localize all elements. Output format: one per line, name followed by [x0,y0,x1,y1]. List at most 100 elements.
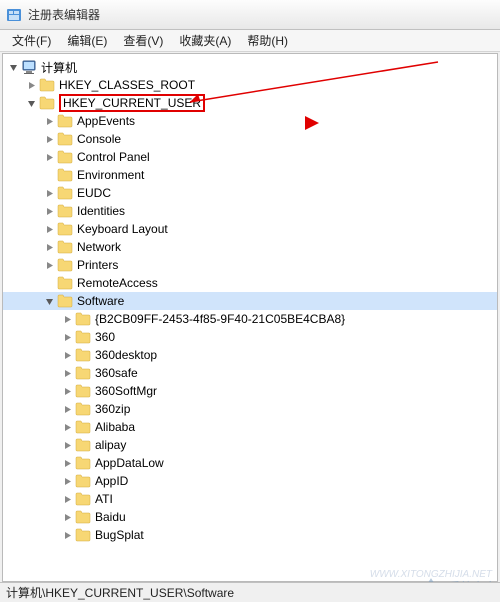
expand-icon[interactable] [61,403,73,415]
tree-item[interactable]: AppDataLow [3,454,497,472]
expand-icon[interactable] [61,493,73,505]
status-path: 计算机\HKEY_CURRENT_USER\Software [6,584,234,601]
folder-icon [75,438,91,452]
tree-item-label: 计算机 [41,59,77,76]
expand-icon[interactable] [61,331,73,343]
tree-item[interactable]: Console [3,130,497,148]
folder-icon [57,132,73,146]
computer-icon [21,59,37,75]
tree-item[interactable]: Identities [3,202,497,220]
folder-icon [75,492,91,506]
tree-item[interactable]: EUDC [3,184,497,202]
collapse-icon[interactable] [43,295,55,307]
tree-item-label: AppDataLow [95,456,164,470]
folder-icon [75,456,91,470]
expand-icon[interactable] [61,313,73,325]
expand-icon[interactable] [43,133,55,145]
tree-item[interactable]: RemoteAccess [3,274,497,292]
tree-item-label: 360SoftMgr [95,384,157,398]
expand-icon[interactable] [43,151,55,163]
tree-item-label: AppID [95,474,128,488]
folder-icon [75,420,91,434]
tree-item[interactable]: 计算机 [3,58,497,76]
menu-edit[interactable]: 编辑(E) [59,30,115,51]
tree-item[interactable]: 360SoftMgr [3,382,497,400]
tree-item[interactable]: Network [3,238,497,256]
menu-favorites[interactable]: 收藏夹(A) [171,30,239,51]
folder-icon [75,474,91,488]
tree-item-label: Identities [77,204,125,218]
tree-item-label: HKEY_CURRENT_USER [59,94,205,112]
tree-item-label: {B2CB09FF-2453-4f85-9F40-21C05BE4CBA8} [95,312,345,326]
expand-icon[interactable] [61,529,73,541]
tree-item[interactable]: AppID [3,472,497,490]
tree-item-label: alipay [95,438,126,452]
expand-icon[interactable] [61,421,73,433]
folder-icon [75,510,91,524]
folder-icon [39,96,55,110]
tree-item[interactable]: {B2CB09FF-2453-4f85-9F40-21C05BE4CBA8} [3,310,497,328]
expand-icon[interactable] [61,439,73,451]
tree-item[interactable]: 360safe [3,364,497,382]
expand-icon[interactable] [43,187,55,199]
menu-help[interactable]: 帮助(H) [239,30,296,51]
tree-item-label: Network [77,240,121,254]
expand-icon[interactable] [61,511,73,523]
folder-icon [57,294,73,308]
tree-item[interactable]: HKEY_CLASSES_ROOT [3,76,497,94]
tree-item[interactable]: 360 [3,328,497,346]
tree-item[interactable]: Environment [3,166,497,184]
tree-item[interactable]: Baidu [3,508,497,526]
tree-item-label: Environment [77,168,144,182]
tree-item-label: Printers [77,258,118,272]
expand-icon[interactable] [43,205,55,217]
folder-icon [57,222,73,236]
tree-item-label: Keyboard Layout [77,222,168,236]
folder-icon [57,168,73,182]
expand-icon[interactable] [25,79,37,91]
collapse-icon[interactable] [25,97,37,109]
expand-icon[interactable] [61,349,73,361]
collapse-icon[interactable] [7,61,19,73]
tree-item[interactable]: Keyboard Layout [3,220,497,238]
menu-bar: 文件(F) 编辑(E) 查看(V) 收藏夹(A) 帮助(H) [0,30,500,52]
tree-item-label: EUDC [77,186,111,200]
expand-icon[interactable] [43,241,55,253]
tree-item[interactable]: HKEY_CURRENT_USER [3,94,497,112]
tree-item-label: Baidu [95,510,126,524]
expand-icon[interactable] [43,223,55,235]
tree-item[interactable]: Alibaba [3,418,497,436]
tree-item[interactable]: Printers [3,256,497,274]
tree-item[interactable]: Control Panel [3,148,497,166]
tree-item-label: Software [77,294,124,308]
tree-item[interactable]: alipay [3,436,497,454]
folder-icon [57,186,73,200]
tree-item[interactable]: 360zip [3,400,497,418]
tree-panel[interactable]: 计算机HKEY_CLASSES_ROOTHKEY_CURRENT_USERApp… [2,53,498,582]
tree-item[interactable]: Software [3,292,497,310]
expand-icon[interactable] [43,115,55,127]
registry-tree: 计算机HKEY_CLASSES_ROOTHKEY_CURRENT_USERApp… [3,54,497,548]
tree-item[interactable]: 360desktop [3,346,497,364]
folder-icon [75,402,91,416]
expand-icon[interactable] [43,259,55,271]
tree-item[interactable]: BugSplat [3,526,497,544]
menu-file[interactable]: 文件(F) [4,30,59,51]
tree-item-label: BugSplat [95,528,144,542]
menu-view[interactable]: 查看(V) [115,30,171,51]
folder-icon [75,348,91,362]
expand-icon[interactable] [61,457,73,469]
folder-icon [75,312,91,326]
folder-icon [75,384,91,398]
expand-icon[interactable] [61,385,73,397]
tree-item[interactable]: ATI [3,490,497,508]
expand-icon[interactable] [61,475,73,487]
window-title: 注册表编辑器 [28,6,100,23]
tree-item-label: 360zip [95,402,130,416]
tree-item-label: HKEY_CLASSES_ROOT [59,78,195,92]
tree-item[interactable]: AppEvents [3,112,497,130]
folder-icon [57,114,73,128]
expand-icon[interactable] [61,367,73,379]
title-bar: 注册表编辑器 [0,0,500,30]
tree-item-label: 360desktop [95,348,157,362]
